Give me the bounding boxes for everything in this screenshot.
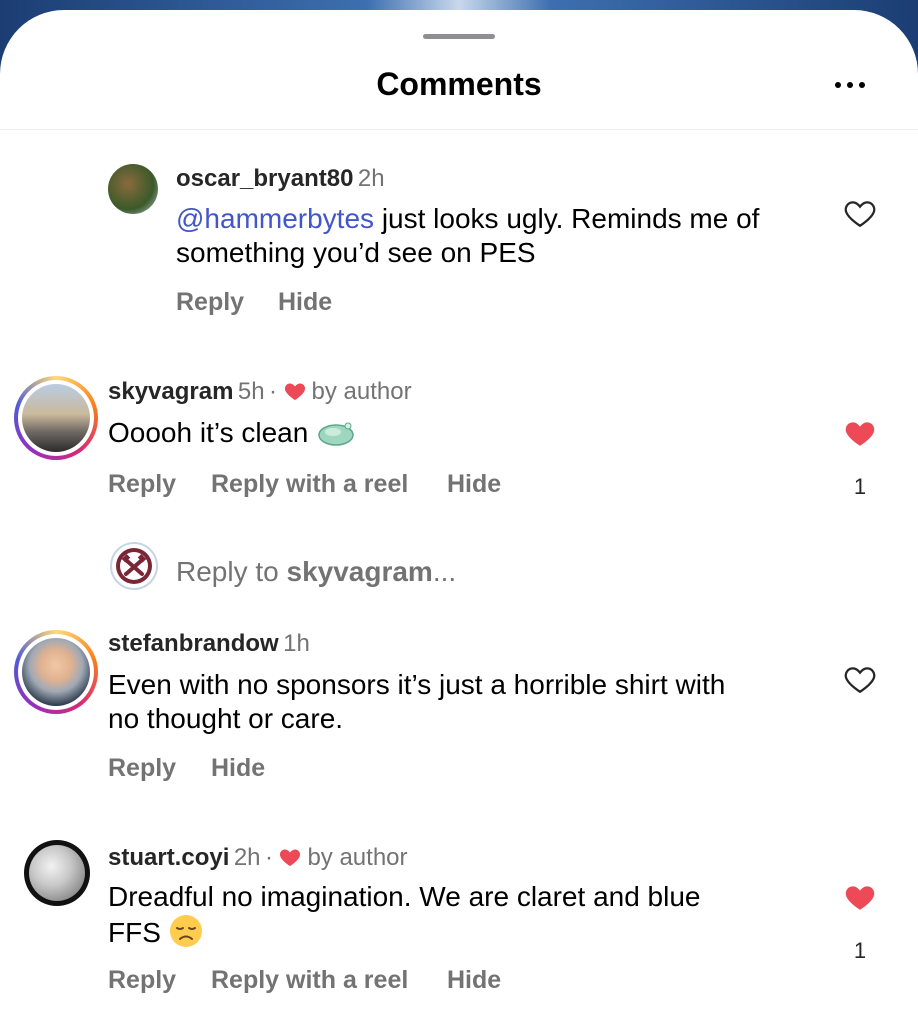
comment-text: Dreadful no imagination. We are claret a… xyxy=(108,881,701,948)
reply-with-reel-button[interactable]: Reply with a reel xyxy=(211,966,408,995)
hide-button[interactable]: Hide xyxy=(447,966,501,995)
sheet-grabber[interactable] xyxy=(423,34,495,39)
reply-input[interactable]: Reply to skyvagram... xyxy=(176,556,456,588)
header-divider xyxy=(0,129,918,130)
like-count: 1 xyxy=(853,474,867,499)
comment-text: @hammerbytes just looks ugly. Reminds me… xyxy=(176,203,760,268)
heart-outline-icon[interactable] xyxy=(842,196,878,230)
comment-time: 1h xyxy=(283,630,310,657)
like-count: 1 xyxy=(853,938,867,963)
separator-dot: · xyxy=(264,844,273,871)
avatar[interactable] xyxy=(14,630,98,714)
author-badge: by author xyxy=(307,844,408,871)
avatar[interactable] xyxy=(24,840,90,906)
heart-filled-icon[interactable] xyxy=(842,416,878,450)
comment-username[interactable]: stefanbrandow xyxy=(108,630,279,657)
sheet-title: Comments xyxy=(376,66,542,102)
reply-button[interactable]: Reply xyxy=(108,470,176,499)
heart-filled-icon[interactable] xyxy=(842,880,878,914)
reply-button[interactable]: Reply xyxy=(176,288,244,317)
hide-button[interactable]: Hide xyxy=(278,288,332,317)
disappointed-face-emoji xyxy=(169,915,202,947)
more-horizontal-icon[interactable] xyxy=(828,74,872,94)
comment-text: Even with no sponsors it’s just a horrib… xyxy=(108,669,726,734)
heart-badge-icon xyxy=(280,849,301,866)
heart-badge-icon xyxy=(284,383,305,400)
comment-time: 2h xyxy=(357,165,385,192)
comment-username[interactable]: stuart.coyi xyxy=(108,844,229,871)
heart-outline-icon[interactable] xyxy=(842,662,878,696)
comments-sheet: Comments oscar_bryant80 2h @hammerbytes … xyxy=(0,10,918,1024)
separator-dot: · xyxy=(269,378,278,405)
reply-with-reel-button[interactable]: Reply with a reel xyxy=(211,470,408,499)
comment-text: Ooooh it’s clean xyxy=(108,416,356,450)
author-badge: by author xyxy=(311,378,412,405)
hide-button[interactable]: Hide xyxy=(447,470,501,499)
mention-link[interactable]: @hammerbytes xyxy=(176,203,374,234)
reply-button[interactable]: Reply xyxy=(108,754,176,783)
comment-time: 5h xyxy=(237,378,265,405)
comment-time: 2h xyxy=(233,844,261,871)
avatar[interactable] xyxy=(14,376,98,460)
comment-username[interactable]: oscar_bryant80 xyxy=(176,165,353,192)
current-user-avatar xyxy=(110,542,158,590)
avatar[interactable] xyxy=(108,164,158,214)
reply-button[interactable]: Reply xyxy=(108,966,176,995)
green-soap-emoji xyxy=(318,422,354,446)
comment-username[interactable]: skyvagram xyxy=(108,378,233,405)
hide-button[interactable]: Hide xyxy=(211,754,265,783)
